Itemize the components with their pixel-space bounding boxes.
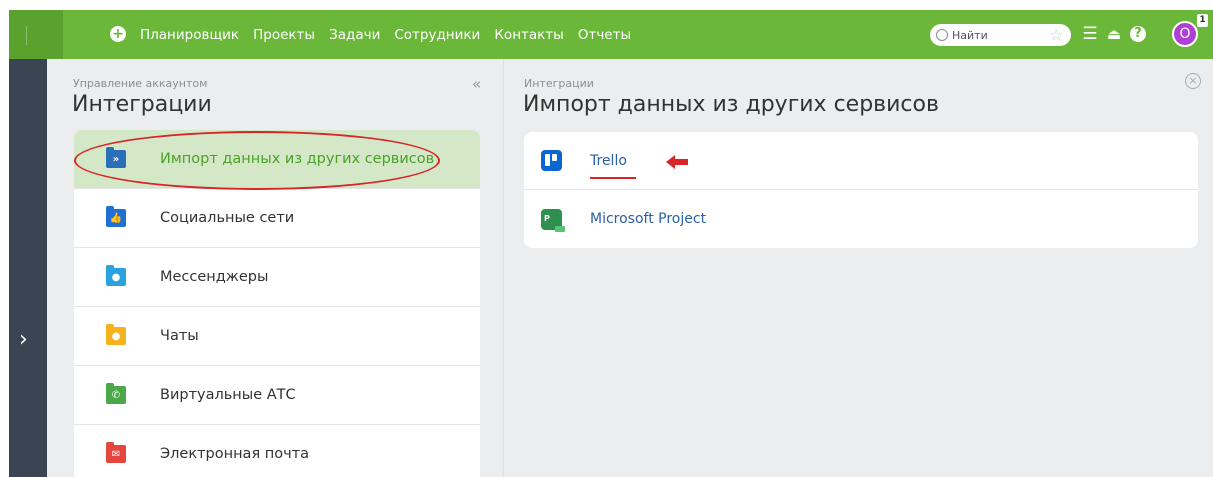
expand-chevron-icon[interactable]: › (19, 327, 28, 352)
chat-icon: ● (106, 324, 126, 345)
integrations-list: » Импорт данных из других сервисов 👍 Соц… (74, 130, 480, 477)
phone-icon: ✆ (106, 383, 126, 404)
app-window: + Планировщик Проекты Задачи Сотрудники … (9, 10, 1213, 477)
import-icon: » (106, 147, 126, 168)
chat-bubble-icon: ● (106, 265, 126, 286)
collapsed-sidebar: › (9, 59, 47, 477)
services-list: Trello P Microsoft Project (524, 132, 1198, 248)
mail-icon: ✉ (106, 442, 126, 463)
list-item-label: Мессенджеры (160, 269, 269, 285)
thumbs-up-icon: 👍 (106, 206, 126, 227)
list-item-import[interactable]: » Импорт данных из других сервисов (74, 130, 480, 189)
microsoft-project-icon: P (541, 208, 565, 232)
annotation-underline (590, 177, 636, 179)
service-item-microsoft-project[interactable]: P Microsoft Project (524, 190, 1198, 248)
menu-planner[interactable]: Планировщик (140, 27, 239, 43)
list-item-social[interactable]: 👍 Социальные сети (74, 189, 480, 248)
page-title: Интеграции (72, 92, 212, 117)
nav-divider (27, 10, 63, 58)
service-item-trello[interactable]: Trello (524, 132, 1198, 190)
main-menu: Планировщик Проекты Задачи Сотрудники Ко… (140, 10, 645, 59)
hamburger-menu-icon[interactable]: ☰ (1080, 24, 1100, 44)
search-icon (936, 29, 948, 41)
service-label[interactable]: Microsoft Project (590, 211, 706, 227)
list-item-label: Чаты (160, 328, 199, 344)
list-item-email[interactable]: ✉ Электронная почта (74, 425, 480, 477)
add-button[interactable]: + (110, 26, 126, 42)
menu-tasks[interactable]: Задачи (329, 27, 380, 43)
menu-projects[interactable]: Проекты (253, 27, 315, 43)
list-item-label: Импорт данных из других сервисов (160, 151, 435, 167)
list-item-virtual-pbx[interactable]: ✆ Виртуальные АТС (74, 366, 480, 425)
trello-icon (541, 150, 562, 171)
notification-badge: 1 (1197, 14, 1208, 27)
search-box: ☆ (930, 24, 1071, 46)
settings-panel: Управление аккаунтом Интеграции « » Импо… (47, 59, 502, 477)
avatar[interactable]: О (1172, 21, 1198, 47)
detail-panel: Интеграции Импорт данных из других серви… (503, 59, 1213, 477)
search-input[interactable] (952, 28, 1022, 42)
list-item-messengers[interactable]: ● Мессенджеры (74, 248, 480, 307)
list-item-label: Виртуальные АТС (160, 387, 296, 403)
page-title: Импорт данных из других сервисов (523, 92, 939, 117)
help-icon[interactable]: ? (1130, 26, 1146, 42)
close-icon[interactable]: × (1185, 73, 1201, 89)
rocket-icon[interactable]: ⏏ (1104, 24, 1124, 44)
menu-contacts[interactable]: Контакты (494, 27, 563, 43)
list-item-label: Социальные сети (160, 210, 295, 226)
breadcrumb[interactable]: Интеграции (524, 77, 594, 90)
favorite-star-icon[interactable]: ☆ (1050, 26, 1063, 44)
top-navigation-bar: + Планировщик Проекты Задачи Сотрудники … (9, 10, 1213, 59)
collapse-panel-icon[interactable]: « (472, 75, 481, 93)
breadcrumb[interactable]: Управление аккаунтом (73, 77, 207, 90)
menu-employees[interactable]: Сотрудники (394, 27, 480, 43)
list-item-chats[interactable]: ● Чаты (74, 307, 480, 366)
list-item-label: Электронная почта (160, 446, 310, 462)
annotation-arrow-icon (666, 155, 688, 169)
menu-reports[interactable]: Отчеты (578, 27, 631, 43)
service-label[interactable]: Trello (590, 153, 627, 169)
